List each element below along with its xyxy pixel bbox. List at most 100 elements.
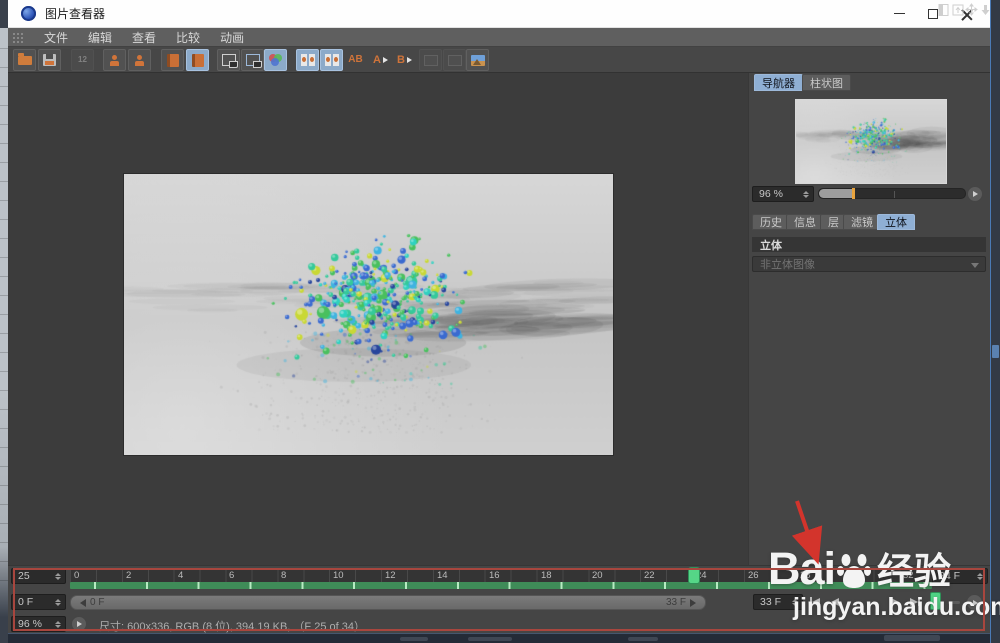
undock-icon[interactable] [951,3,964,16]
scrollbar-right-label: 33 F [666,597,696,608]
full-resolution-button[interactable] [241,49,264,71]
rgb-channels-button[interactable] [264,49,287,71]
ruler-label: 18 [541,570,552,581]
panel-icon[interactable] [937,3,950,16]
next-image-icon [135,55,144,66]
ruler-label: 14 [437,570,448,581]
minimize-button[interactable] [882,1,916,27]
next-frame-button[interactable] [886,594,904,609]
play-forward-button[interactable] [866,594,884,609]
film-strip-1-button[interactable] [419,49,442,71]
ruler-label: 16 [489,570,500,581]
goto-end-button[interactable] [906,594,924,609]
image-list-button[interactable] [466,49,489,71]
timeline-scrollbar[interactable]: 0 F 33 F [70,595,706,610]
tab-navigator[interactable]: 导航器 [754,74,803,91]
navigator-zoom-slider[interactable] [818,188,966,199]
ab-split-horizontal-button[interactable] [320,49,343,71]
toolbar [8,47,990,73]
tab-filter[interactable]: 滤镜 [843,214,881,230]
ruler-label: 8 [281,570,286,581]
triangle-right-icon [690,599,696,607]
window-title: 图片查看器 [45,5,105,22]
stereo-dropdown-value: 非立体图像 [760,256,815,272]
stepper-icon[interactable] [53,573,62,580]
app-icon [21,6,36,21]
save-image-icon [43,54,56,66]
stepper-icon[interactable] [53,599,62,606]
next-frame-icon [891,598,899,606]
rgb-channels-icon [269,54,283,66]
navigator-preview[interactable] [795,99,947,184]
move-icon[interactable] [965,3,978,16]
compare-b-button[interactable] [186,49,209,71]
menu-item[interactable]: 编辑 [78,29,122,46]
menu-item[interactable]: 比较 [166,29,210,46]
record-marker[interactable] [930,592,941,610]
disabled-control [948,601,960,604]
timeline-expand-button[interactable] [966,594,983,611]
stereo-section-title: 立体 [752,237,986,252]
play-backward-button[interactable] [846,594,864,609]
chevron-down-icon [971,263,979,268]
tab-info[interactable]: 信息 [786,214,824,230]
tab-stereo[interactable]: 立体 [877,214,915,230]
slider-handle[interactable] [852,188,855,199]
fps-field[interactable]: 25 [11,568,66,584]
picture-viewer-window: 图片查看器 文件编辑查看比较动画 12 AB A B 导航 [0,0,1000,643]
save-image-button[interactable] [38,49,61,71]
menu-items: 文件编辑查看比较动画 [34,29,254,46]
status-zoom-field[interactable]: 96 % [11,616,66,632]
next-image-button[interactable] [128,49,151,71]
arrow-right-icon [407,57,412,63]
ruler-label: 12 [385,570,396,581]
collapse-arrow-icon[interactable] [979,3,992,16]
timeline-playhead[interactable] [688,567,700,584]
set-as-a-button[interactable]: A [369,49,392,71]
status-expand-button[interactable] [71,616,87,632]
navigator-zoom-field[interactable]: 96 % [752,186,814,202]
navigator-expand-button[interactable] [967,186,983,202]
set-as-b-button[interactable]: B [393,49,416,71]
tab-histogram[interactable]: 柱状图 [802,74,851,91]
film-strip-2-button[interactable] [443,49,466,71]
compare-a-icon [167,54,179,67]
start-frame-field[interactable]: 0 F [11,594,66,610]
stepper-icon[interactable] [790,599,799,606]
ruler-label: 4 [178,570,183,581]
film-strip-2-icon [448,55,462,66]
background-right-widget [992,345,999,358]
current-frame-field[interactable]: 24 F [932,568,988,584]
menu-item[interactable]: 动画 [210,29,254,46]
fit-to-view-button[interactable] [217,49,240,71]
menu-item[interactable]: 查看 [122,29,166,46]
tab-history[interactable]: 历史 [752,214,790,230]
ab-split-vertical-button[interactable] [296,49,319,71]
timeline-ruler[interactable]: 02468101214161820222426283032 [70,569,932,583]
prev-frame-icon [831,598,839,606]
ab-compare-button[interactable]: AB [344,49,367,71]
set-as-a-icon: A [373,55,381,66]
start-frame-value: 0 F [18,596,33,608]
slider-tick [894,191,895,198]
timeline-cache-bar [70,582,932,589]
fit-to-view-icon [222,54,236,66]
open-file-button[interactable] [13,49,36,71]
frame-number-button[interactable]: 12 [71,49,94,71]
stepper-icon[interactable] [801,191,810,198]
titlebar: 图片查看器 [8,0,990,28]
status-info: 尺寸: 600x336, RGB (8 位), 394.19 KB, （F 25… [99,618,365,634]
end-frame-field[interactable]: 33 F [753,594,803,610]
stereo-dropdown[interactable]: 非立体图像 [752,256,986,272]
goto-start-button[interactable] [806,594,824,609]
grip-icon[interactable] [12,32,25,43]
stepper-icon[interactable] [53,621,62,628]
previous-frame-button[interactable] [826,594,844,609]
menu-item[interactable]: 文件 [34,29,78,46]
compare-a-button[interactable] [161,49,184,71]
ab-split-vertical-icon [301,54,315,66]
previous-image-icon [110,55,119,66]
stepper-icon[interactable] [975,573,984,580]
ruler-label: 6 [229,570,234,581]
previous-image-button[interactable] [103,49,126,71]
